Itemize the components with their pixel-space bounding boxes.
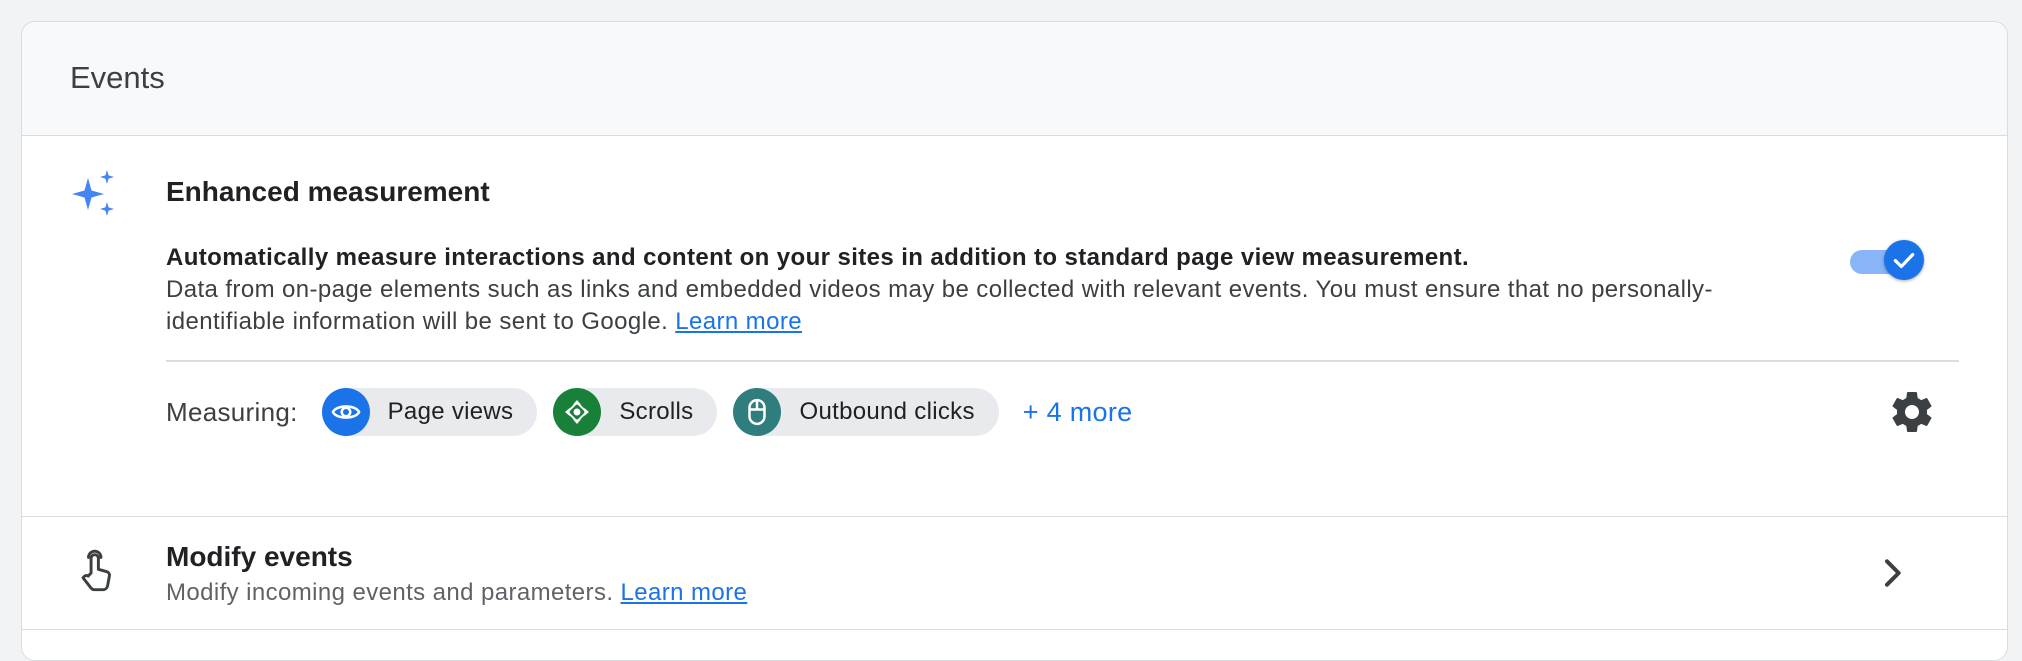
modify-events-title: Modify events [166, 541, 353, 572]
gear-icon[interactable] [1888, 388, 1936, 436]
chip-scrolls[interactable]: Scrolls [553, 388, 718, 436]
enhanced-lead-text: Automatically measure interactions and c… [166, 244, 1470, 271]
page-title: Events [70, 60, 165, 95]
sparkle-icon [72, 170, 114, 216]
modify-events-row[interactable]: Modify events Modify incoming events and… [22, 517, 2007, 630]
section-divider [166, 360, 1959, 362]
enhanced-measurement-title: Enhanced measurement [166, 176, 490, 207]
enhanced-measurement-description: Automatically measure interactions and c… [166, 242, 1776, 338]
check-icon [1893, 252, 1915, 269]
measuring-label: Measuring: [166, 396, 298, 427]
chip-label: Page views [387, 398, 514, 425]
enhanced-detail-text: Data from on-page elements such as links… [166, 276, 1713, 335]
measuring-row: Measuring: Page views Scrolls Outbound c… [166, 388, 1132, 436]
modify-events-description: Modify incoming events and parameters. L… [166, 579, 747, 607]
touch-icon [81, 549, 111, 592]
chip-label: Outbound clicks [799, 398, 975, 425]
enhanced-measurement-toggle[interactable] [1848, 236, 1928, 284]
modify-learn-more-link[interactable]: Learn more [621, 579, 748, 606]
mouse-icon [733, 388, 782, 436]
chip-label: Scrolls [619, 398, 694, 425]
modify-desc-text: Modify incoming events and parameters. [166, 579, 614, 606]
card-header: Events [22, 22, 2007, 136]
events-card: Events Enhanced measurement Automaticall… [21, 21, 2008, 661]
scroll-arrows-icon [553, 388, 602, 436]
eye-icon [321, 388, 370, 436]
chip-page-views[interactable]: Page views [321, 388, 538, 436]
more-events-link[interactable]: + 4 more [1023, 397, 1133, 428]
enhanced-measurement-section: Enhanced measurement Automatically measu… [22, 136, 2007, 517]
chip-outbound-clicks[interactable]: Outbound clicks [733, 388, 999, 436]
toggle-thumb [1884, 240, 1924, 280]
enhanced-learn-more-link[interactable]: Learn more [675, 308, 802, 335]
chevron-right-icon [1885, 559, 1901, 587]
